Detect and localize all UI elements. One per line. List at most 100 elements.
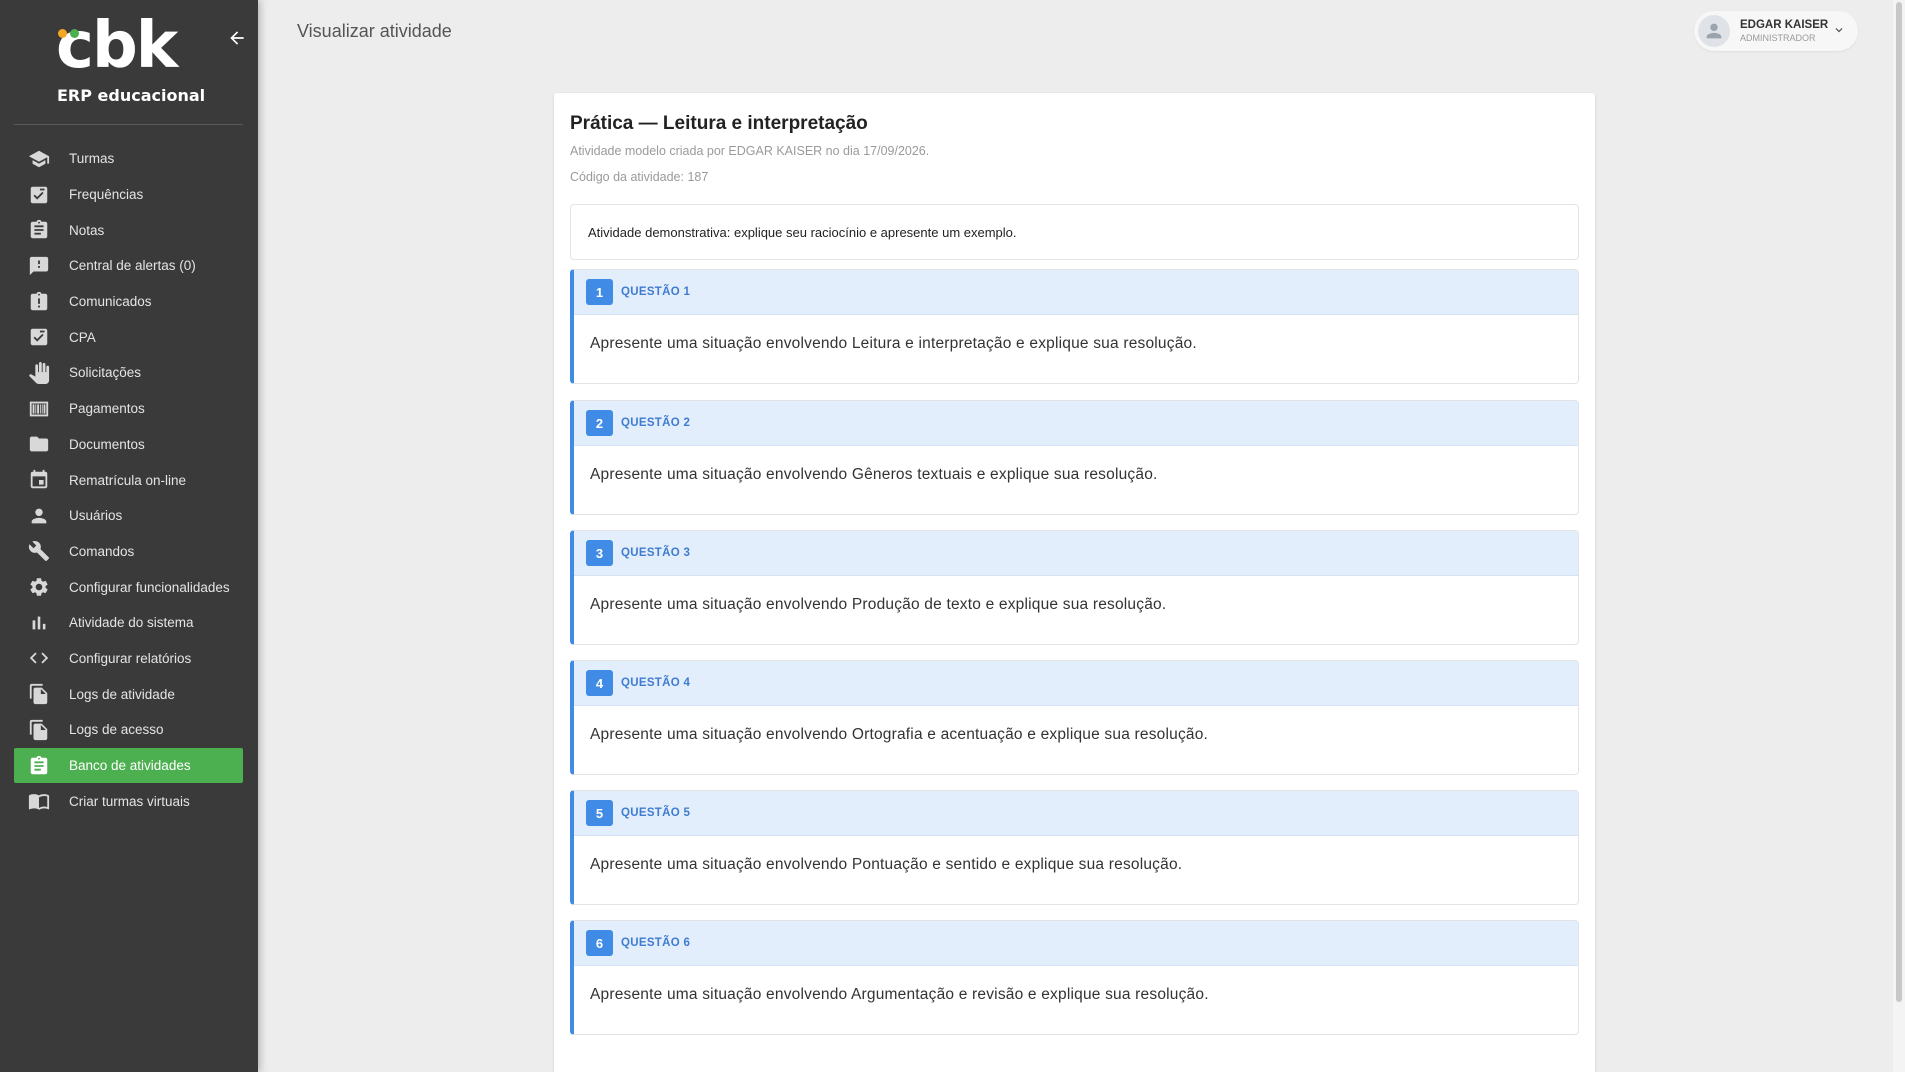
question-number-badge: 2 <box>586 410 613 436</box>
sidebar-item-label: Notas <box>69 222 105 238</box>
sidebar-item-label: Central de alertas (0) <box>69 258 196 274</box>
avatar <box>1698 15 1730 47</box>
sidebar-item-configurar-funcionalidades[interactable]: Configurar funcionalidades <box>14 569 243 605</box>
clipboard-icon <box>27 218 51 242</box>
question-number-badge: 5 <box>586 800 613 826</box>
sidebar-item-label: Documentos <box>69 436 145 452</box>
brand-logo[interactable]: cbk ERP educacional <box>56 14 206 106</box>
sidebar-item-label: Logs de acesso <box>69 722 164 738</box>
sidebar-item-frequencias[interactable]: Frequências <box>14 177 243 213</box>
arrow-left-icon <box>230 31 244 45</box>
graduation-cap-icon <box>27 147 51 171</box>
hand-icon <box>27 361 51 385</box>
book-icon <box>27 789 51 813</box>
question-number-badge: 1 <box>586 279 613 305</box>
question-number-badge: 3 <box>586 540 613 566</box>
user-menu[interactable]: EDGAR KAISER ADMINISTRADOR <box>1694 11 1858 51</box>
sidebar-item-criar-turmas-virtuais[interactable]: Criar turmas virtuais <box>14 783 243 819</box>
sidebar-item-logs-de-atividade[interactable]: Logs de atividade <box>14 676 243 712</box>
sidebar-item-label: Logs de atividade <box>69 686 175 702</box>
question-card: 2 QUESTÃO 2 Apresente uma situação envol… <box>570 400 1579 515</box>
wrench-icon <box>27 539 51 563</box>
question-number-badge: 4 <box>586 670 613 696</box>
copy-icon <box>27 682 51 706</box>
activity-description: Atividade demonstrativa: explique seu ra… <box>570 204 1579 260</box>
question-card: 5 QUESTÃO 5 Apresente uma situação envol… <box>570 790 1579 905</box>
logo-subtitle: ERP educacional <box>57 86 206 105</box>
activity-card: Prática — Leitura e interpretação Ativid… <box>554 93 1595 1072</box>
question-text: Apresente uma situação envolvendo Ortogr… <box>590 726 1209 743</box>
sidebar-item-notas[interactable]: Notas <box>14 212 243 248</box>
question-header: 4 QUESTÃO 4 <box>574 661 1578 706</box>
sidebar-item-banco-de-atividades[interactable]: Banco de atividades <box>14 747 243 784</box>
activity-title: Prática — Leitura e interpretação <box>570 113 868 134</box>
question-label: QUESTÃO 6 <box>621 937 691 949</box>
sidebar-item-atividade-do-sistema[interactable]: Atividade do sistema <box>14 605 243 641</box>
barcode-icon <box>27 397 51 421</box>
alert-chat-icon <box>27 254 51 278</box>
question-card: 4 QUESTÃO 4 Apresente uma situação envol… <box>570 660 1579 775</box>
question-header: 3 QUESTÃO 3 <box>574 531 1578 576</box>
clipboard-text-icon <box>27 754 51 778</box>
user-name: EDGAR KAISER <box>1740 19 1829 31</box>
sidebar-item-central-de-alertas[interactable]: Central de alertas (0) <box>14 248 243 284</box>
question-number-badge: 6 <box>586 930 613 956</box>
question-card: 1 QUESTÃO 1 Apresente uma situação envol… <box>570 269 1579 384</box>
sidebar-item-usuarios[interactable]: Usuários <box>14 498 243 534</box>
page-scrollbar[interactable] <box>1893 0 1905 1072</box>
scrollbar-thumb[interactable] <box>1896 2 1902 1002</box>
sidebar-item-documentos[interactable]: Documentos <box>14 427 243 463</box>
sidebar-item-cpa[interactable]: CPA <box>14 319 243 355</box>
sidebar-divider <box>14 124 243 125</box>
question-text: Apresente uma situação envolvendo Produç… <box>590 596 1167 613</box>
sidebar-item-label: Comandos <box>69 543 135 559</box>
question-label: QUESTÃO 4 <box>621 677 691 689</box>
logo-text: cbk <box>56 9 178 83</box>
code-icon <box>27 646 51 670</box>
avatar-placeholder-icon <box>1706 23 1722 39</box>
checklist-icon <box>27 325 51 349</box>
question-text: Apresente uma situação envolvendo Gênero… <box>590 466 1158 483</box>
checklist-icon <box>27 183 51 207</box>
question-text: Apresente uma situação envolvendo Pontua… <box>590 856 1183 873</box>
sidebar-item-configurar-relatorios[interactable]: Configurar relatórios <box>14 641 243 677</box>
sidebar-item-label: Pagamentos <box>69 401 145 417</box>
chevron-down-icon[interactable] <box>1832 23 1846 37</box>
sidebar-item-label: Configurar relatórios <box>69 650 192 666</box>
sidebar-item-logs-de-acesso[interactable]: Logs de acesso <box>14 712 243 748</box>
gear-icon <box>27 575 51 599</box>
logo-dot-green <box>70 29 79 38</box>
sidebar-nav: Turmas Frequências Notas Central de aler… <box>14 141 243 819</box>
question-text: Apresente uma situação envolvendo Argume… <box>590 986 1209 1003</box>
activity-meta: Atividade modelo criada por EDGAR KAISER… <box>570 144 930 158</box>
sidebar-item-pagamentos[interactable]: Pagamentos <box>14 391 243 427</box>
calendar-icon <box>27 468 51 492</box>
sidebar-item-rematricula[interactable]: Rematrícula on-line <box>14 462 243 498</box>
question-label: QUESTÃO 1 <box>621 286 691 298</box>
sidebar-item-label: Configurar funcionalidades <box>69 579 230 595</box>
sidebar-item-comandos[interactable]: Comandos <box>14 534 243 570</box>
sidebar-item-turmas[interactable]: Turmas <box>14 141 243 177</box>
sidebar-item-solicitacoes[interactable]: Solicitações <box>14 355 243 391</box>
activity-description-text: Atividade demonstrativa: explique seu ra… <box>588 224 1017 240</box>
question-card: 6 QUESTÃO 6 Apresente uma situação envol… <box>570 920 1579 1035</box>
sidebar-item-comunicados[interactable]: Comunicados <box>14 284 243 320</box>
question-label: QUESTÃO 2 <box>621 417 691 429</box>
sidebar-item-label: Banco de atividades <box>69 758 191 774</box>
question-label: QUESTÃO 3 <box>621 547 691 559</box>
sidebar: cbk ERP educacional Turmas Frequências N… <box>0 0 258 1072</box>
question-label: QUESTÃO 5 <box>621 807 691 819</box>
activity-code: Código da atividade: 187 <box>570 170 709 184</box>
question-header: 2 QUESTÃO 2 <box>574 401 1578 446</box>
folder-icon <box>27 432 51 456</box>
sidebar-item-label: Rematrícula on-line <box>69 472 187 488</box>
user-role: ADMINISTRADOR <box>1740 33 1816 43</box>
sidebar-item-label: Solicitações <box>69 365 142 381</box>
collapse-sidebar-button[interactable] <box>226 28 248 50</box>
question-header: 5 QUESTÃO 5 <box>574 791 1578 836</box>
sidebar-item-label: Comunicados <box>69 294 152 310</box>
sidebar-item-label: Turmas <box>69 151 115 167</box>
logo-dots <box>58 25 82 43</box>
sidebar-item-label: Criar turmas virtuais <box>69 793 190 809</box>
question-header: 1 QUESTÃO 1 <box>574 270 1578 315</box>
